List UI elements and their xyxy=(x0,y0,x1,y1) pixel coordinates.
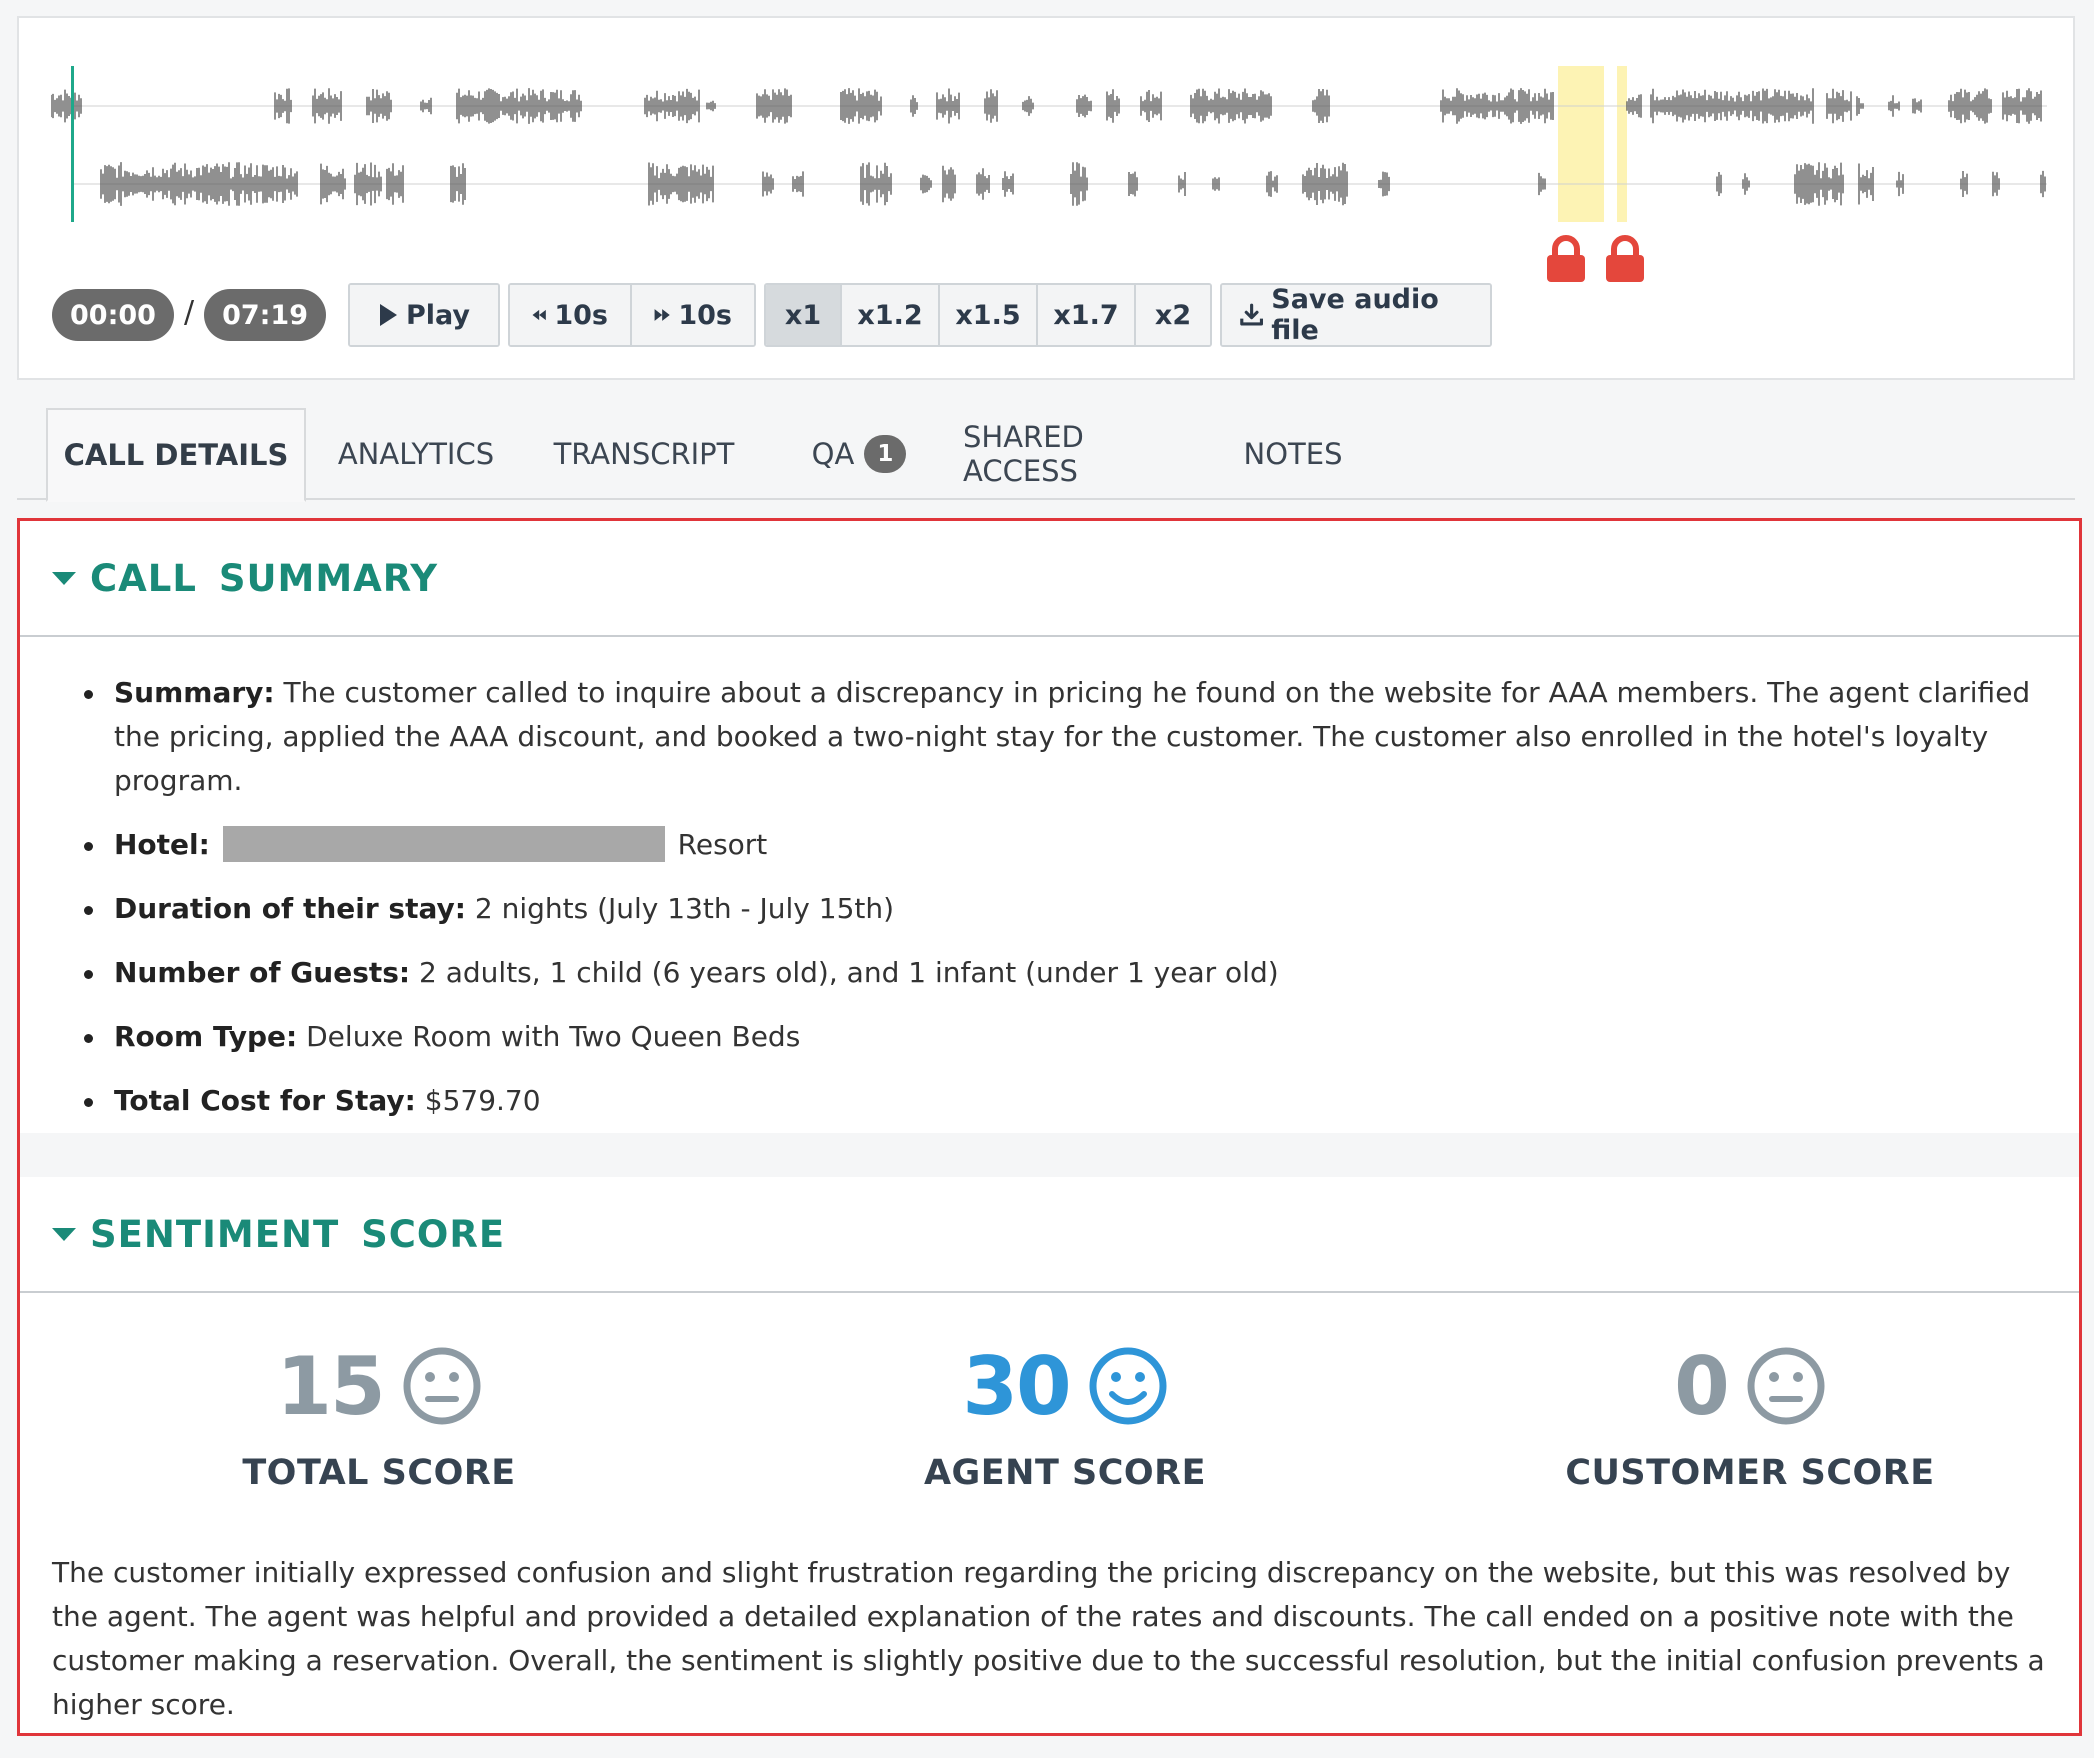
agent-score-value: 30 xyxy=(962,1339,1071,1433)
speed-group: x1 x1.2 x1.5 x1.7 x2 xyxy=(764,283,1213,347)
speed-x1-button[interactable]: x1 xyxy=(766,285,843,345)
guests-label: Number of Guests: xyxy=(114,956,411,989)
total-cost-value: $579.70 xyxy=(424,1084,541,1117)
tab-bar: CALL DETAILS ANALYTICS TRANSCRIPT QA 1 S… xyxy=(17,408,2075,502)
speed-x1-2-button[interactable]: x1.2 xyxy=(842,285,941,345)
tab-label: CALL DETAILS xyxy=(63,438,289,472)
customer-score-value: 0 xyxy=(1674,1339,1730,1433)
list-item: Total Cost for Stay: $579.70 xyxy=(60,1079,2050,1123)
total-score-label: TOTAL SCORE xyxy=(242,1453,516,1493)
lock-icon[interactable] xyxy=(1604,235,1646,283)
total-cost-label: Total Cost for Stay: xyxy=(114,1084,416,1117)
redaction-highlight xyxy=(1558,66,1604,222)
tab-qa[interactable]: QA 1 xyxy=(787,408,931,500)
tab-analytics[interactable]: ANALYTICS xyxy=(323,408,509,500)
list-item: Room Type: Deluxe Room with Two Queen Be… xyxy=(60,1015,2050,1059)
tab-label: ANALYTICS xyxy=(337,437,495,471)
audio-player: 00:00 / 07:19 Play 10s 10s x1 x1.2 x1.5 … xyxy=(17,16,2075,380)
waveform-area[interactable] xyxy=(51,48,2047,282)
customer-score-label: CUSTOMER SCORE xyxy=(1565,1453,1935,1493)
forward-label: 10s xyxy=(678,299,733,331)
current-time: 00:00 xyxy=(52,289,174,341)
sentiment-score-header[interactable]: SENTIMENT SCORE xyxy=(20,1177,2079,1293)
tab-label: SHARED ACCESS xyxy=(963,420,1084,488)
forward-10s-button[interactable]: 10s xyxy=(632,285,755,345)
hotel-label: Hotel: xyxy=(114,828,210,861)
playhead[interactable] xyxy=(71,66,74,222)
fast-forward-icon xyxy=(654,309,670,321)
speed-x2-button[interactable]: x2 xyxy=(1136,285,1211,345)
smile-face-icon xyxy=(1089,1347,1167,1425)
play-button[interactable]: Play xyxy=(350,285,499,345)
list-item: Duration of their stay: 2 nights (July 1… xyxy=(60,887,2050,931)
call-summary-title: CALL SUMMARY xyxy=(90,556,439,600)
customer-score: 0 CUSTOMER SCORE xyxy=(1520,1331,1980,1494)
call-summary-header[interactable]: CALL SUMMARY xyxy=(20,521,2079,637)
total-score: 15 TOTAL SCORE xyxy=(149,1331,609,1494)
agent-score-label: AGENT SCORE xyxy=(923,1453,1207,1493)
seek-group: 10s 10s xyxy=(508,283,757,347)
caret-down-icon[interactable] xyxy=(52,571,76,585)
tab-label: NOTES xyxy=(1243,437,1343,471)
redacted-block xyxy=(222,826,665,862)
neutral-face-icon xyxy=(1747,1347,1825,1425)
call-details-panel: CALL SUMMARY Summary: The customer calle… xyxy=(17,518,2082,1736)
duration-label: Duration of their stay: xyxy=(114,892,466,925)
rewind-icon xyxy=(532,309,546,321)
rewind-10s-button[interactable]: 10s xyxy=(510,285,633,345)
list-item: Hotel: Resort xyxy=(60,823,2050,867)
rewind-label: 10s xyxy=(554,299,609,331)
hotel-value: Resort xyxy=(677,828,768,861)
total-time: 07:19 xyxy=(204,289,327,341)
save-audio-label: Save audio file xyxy=(1271,284,1439,346)
redaction-highlight xyxy=(1617,66,1627,222)
lock-icon[interactable] xyxy=(1545,235,1587,283)
player-controls: 00:00 / 07:19 Play 10s 10s x1 x1.2 x1.5 … xyxy=(52,282,1493,348)
tab-transcript[interactable]: TRANSCRIPT xyxy=(539,408,749,500)
caret-down-icon[interactable] xyxy=(52,1227,76,1241)
save-audio-button[interactable]: Save audio file xyxy=(1222,284,1491,346)
tab-label: TRANSCRIPT xyxy=(553,437,735,471)
section-divider xyxy=(20,1133,2079,1177)
list-item: Summary: The customer called to inquire … xyxy=(60,671,2050,803)
tab-call-details[interactable]: CALL DETAILS xyxy=(46,408,306,502)
agent-score: 30 AGENT SCORE xyxy=(835,1331,1295,1494)
play-label: Play xyxy=(405,299,471,331)
speed-x1-7-button[interactable]: x1.7 xyxy=(1038,285,1137,345)
guests-value: 2 adults, 1 child (6 years old), and 1 i… xyxy=(419,956,1279,989)
sentiment-score-title: SENTIMENT SCORE xyxy=(90,1212,506,1256)
score-row: 15 TOTAL SCORE 30 AGENT SCORE 0 CUSTOMER… xyxy=(20,1331,2079,1531)
play-icon xyxy=(379,304,397,326)
speed-x1-5-button[interactable]: x1.5 xyxy=(940,285,1039,345)
duration-value: 2 nights (July 13th - July 15th) xyxy=(474,892,895,925)
save-group: Save audio file xyxy=(1220,283,1493,347)
summary-label: Summary: xyxy=(114,676,275,709)
call-summary-list: Summary: The customer called to inquire … xyxy=(60,671,2050,1143)
download-icon xyxy=(1240,303,1264,326)
summary-value: The customer called to inquire about a d… xyxy=(114,676,2031,797)
sentiment-explanation: The customer initially expressed confusi… xyxy=(52,1556,2045,1721)
room-type-value: Deluxe Room with Two Queen Beds xyxy=(306,1020,801,1053)
time-separator: / xyxy=(183,294,195,330)
tab-shared-access[interactable]: SHARED ACCESS xyxy=(963,408,1195,500)
room-type-label: Room Type: xyxy=(114,1020,298,1053)
play-group: Play xyxy=(348,283,501,347)
total-score-value: 15 xyxy=(276,1339,385,1433)
waveform[interactable] xyxy=(51,48,2047,228)
tab-notes[interactable]: NOTES xyxy=(1231,408,1355,500)
neutral-face-icon xyxy=(403,1347,481,1425)
list-item: Number of Guests: 2 adults, 1 child (6 y… xyxy=(60,951,2050,995)
qa-count-badge: 1 xyxy=(864,435,907,473)
tab-label: QA xyxy=(811,437,855,471)
